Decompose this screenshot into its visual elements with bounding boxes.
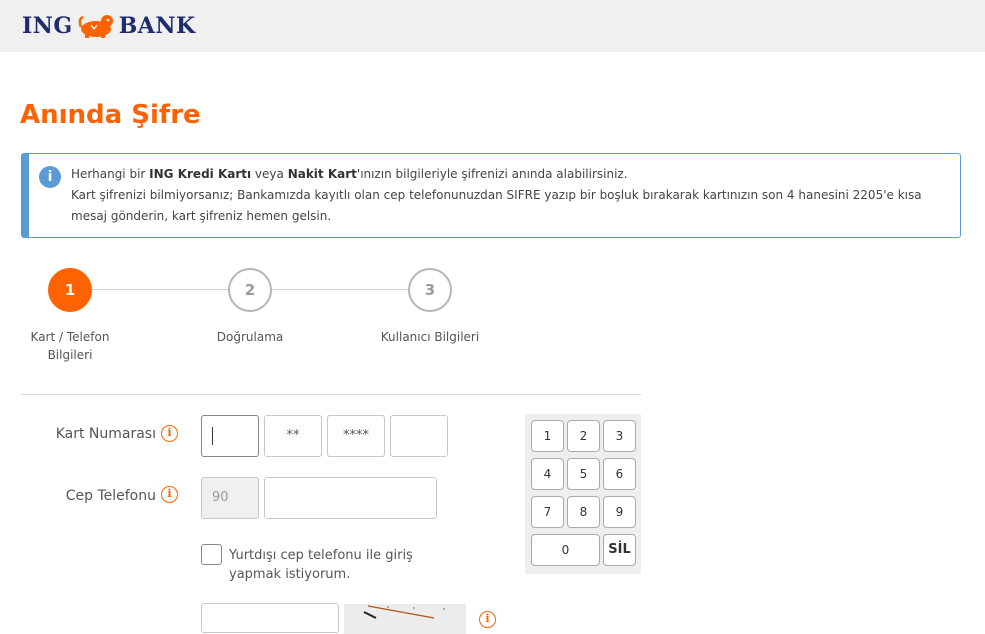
step-2-circle: 2 bbox=[228, 268, 272, 312]
phone-number-input[interactable] bbox=[264, 477, 437, 519]
help-icon[interactable]: i bbox=[161, 425, 178, 442]
card-number-part-1[interactable] bbox=[201, 415, 259, 457]
card-number-part-2[interactable]: ** bbox=[264, 415, 322, 457]
keypad-key-9[interactable]: 9 bbox=[603, 496, 636, 528]
keypad-delete-button[interactable]: SİL bbox=[603, 534, 636, 566]
step-3-label: Kullanıcı Bilgileri bbox=[380, 330, 480, 344]
keypad-key-7[interactable]: 7 bbox=[531, 496, 564, 528]
help-icon[interactable]: i bbox=[479, 611, 496, 628]
header-bar: ING BANK bbox=[0, 0, 985, 52]
stepper: 1 2 3 Kart / Telefon Bilgileri Doğrulama… bbox=[20, 266, 640, 376]
logo-text-bank: BANK bbox=[118, 13, 196, 39]
phone-label: Cep Telefonu bbox=[65, 488, 156, 504]
keypad-key-6[interactable]: 6 bbox=[603, 458, 636, 490]
page-title: Anında Şifre bbox=[20, 100, 201, 130]
captcha-input[interactable] bbox=[201, 603, 339, 633]
captcha-noise bbox=[363, 605, 445, 619]
keypad-key-3[interactable]: 3 bbox=[603, 420, 636, 452]
logo-text-ing: ING bbox=[22, 13, 73, 39]
keypad-key-1[interactable]: 1 bbox=[531, 420, 564, 452]
step-1-label: Kart / Telefon Bilgileri bbox=[30, 330, 110, 362]
card-number-label: Kart Numarası bbox=[55, 426, 156, 442]
info-box: i Herhangi bir ING Kredi Kartı veya Naki… bbox=[21, 153, 961, 238]
step-connector bbox=[92, 289, 228, 290]
text-caret bbox=[212, 427, 213, 445]
abroad-phone-label: Yurtdışı cep telefonu ile giriş yapmak i… bbox=[229, 548, 413, 582]
keypad-key-4[interactable]: 4 bbox=[531, 458, 564, 490]
step-connector bbox=[272, 289, 408, 290]
abroad-phone-checkbox[interactable] bbox=[201, 544, 222, 565]
help-icon[interactable]: i bbox=[161, 486, 178, 503]
keypad-key-5[interactable]: 5 bbox=[567, 458, 600, 490]
card-number-part-3[interactable]: **** bbox=[327, 415, 385, 457]
card-number-part-4[interactable] bbox=[390, 415, 448, 457]
keypad-key-2[interactable]: 2 bbox=[567, 420, 600, 452]
captcha-image bbox=[344, 604, 466, 634]
info-icon: i bbox=[39, 166, 61, 188]
keypad-key-8[interactable]: 8 bbox=[567, 496, 600, 528]
info-line-2: Kart şifrenizi bilmiyorsanız; Bankamızda… bbox=[71, 188, 922, 223]
step-3-circle: 3 bbox=[408, 268, 452, 312]
info-text: Herhangi bir ING Kredi Kartı veya Nakit … bbox=[71, 164, 951, 227]
keypad-key-0[interactable]: 0 bbox=[531, 534, 600, 566]
virtual-keypad: 1 2 3 4 5 6 7 8 9 0 SİL bbox=[525, 414, 641, 574]
info-line-1: Herhangi bir ING Kredi Kartı veya Nakit … bbox=[71, 167, 628, 181]
ing-bank-logo[interactable]: ING BANK bbox=[22, 12, 196, 40]
step-2-label: Doğrulama bbox=[216, 330, 284, 344]
divider bbox=[21, 394, 641, 395]
phone-country-code: 90 bbox=[201, 477, 259, 519]
lion-icon bbox=[78, 15, 113, 38]
step-1-circle: 1 bbox=[48, 268, 92, 312]
